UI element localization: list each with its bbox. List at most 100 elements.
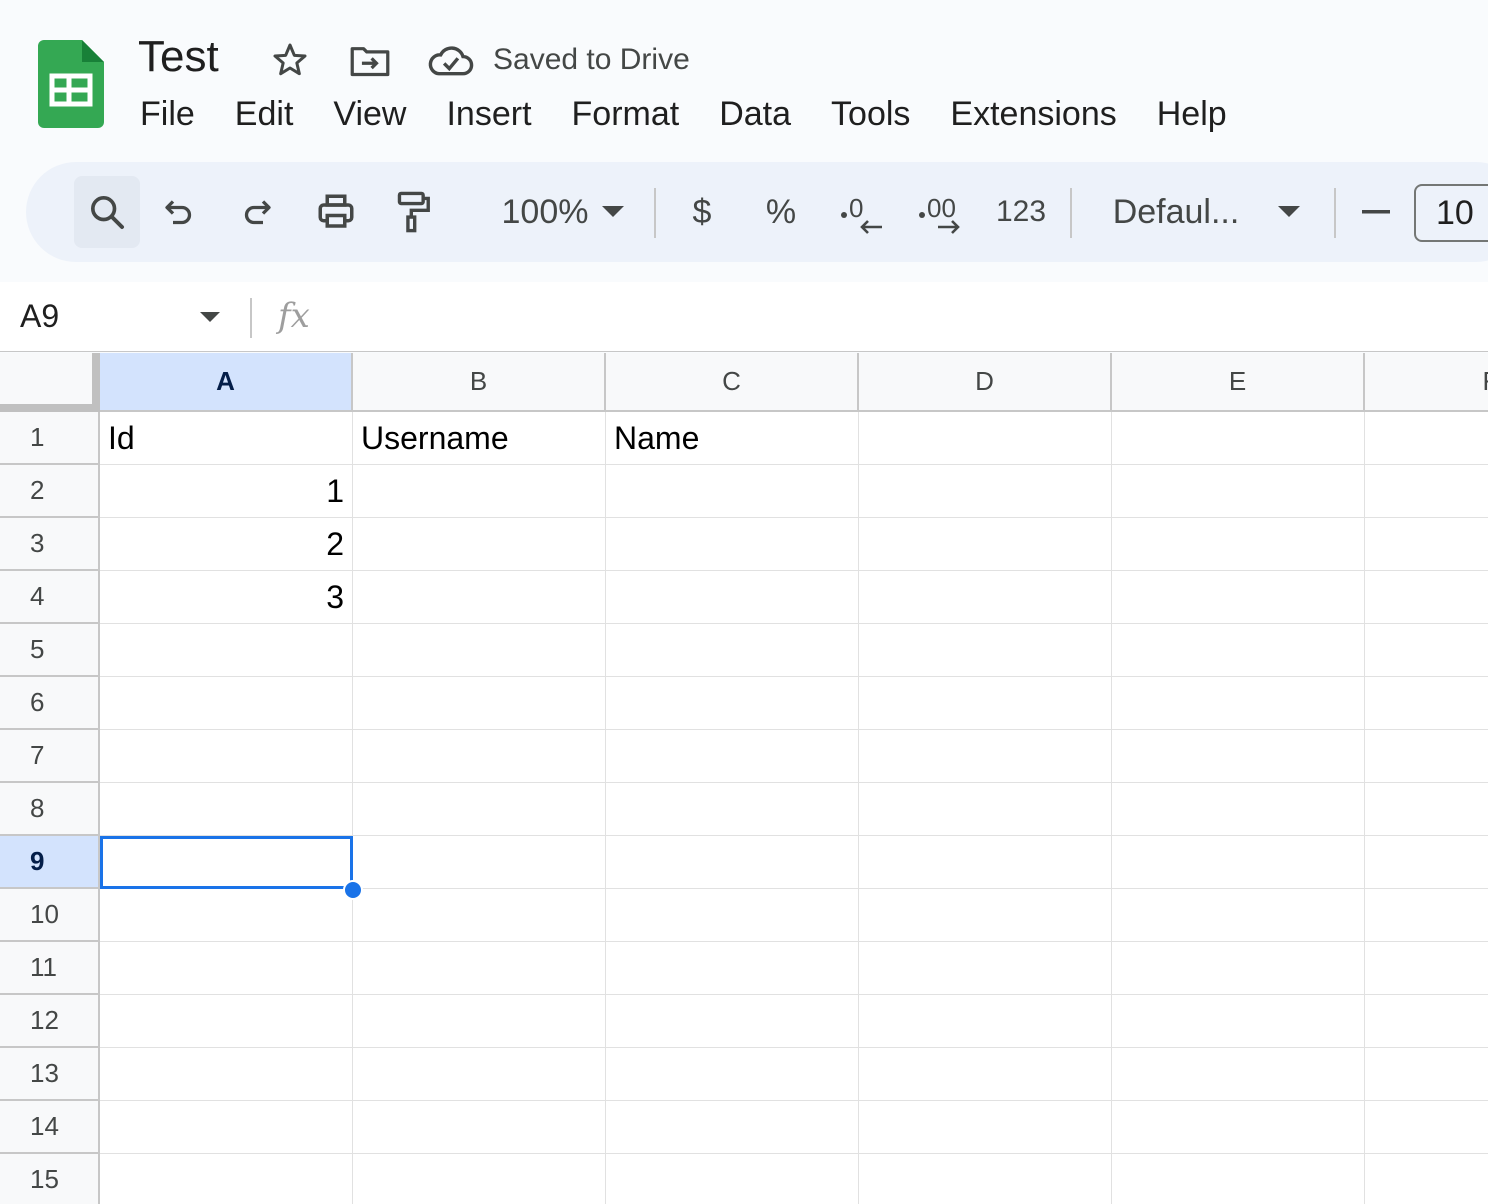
- cell-e1[interactable]: [1112, 412, 1365, 465]
- column-header-e[interactable]: E: [1112, 353, 1365, 412]
- cell-f2[interactable]: [1365, 465, 1488, 518]
- cell-b10[interactable]: [353, 889, 606, 942]
- menu-view[interactable]: View: [313, 88, 426, 140]
- cell-c4[interactable]: [606, 571, 859, 624]
- row-header-14[interactable]: 14: [0, 1101, 100, 1154]
- cell-d14[interactable]: [859, 1101, 1112, 1154]
- document-title[interactable]: Test: [138, 30, 219, 84]
- search-menus-button[interactable]: [74, 162, 140, 262]
- row-header-11[interactable]: 11: [0, 942, 100, 995]
- cell-d7[interactable]: [859, 730, 1112, 783]
- cell-d2[interactable]: [859, 465, 1112, 518]
- cell-f8[interactable]: [1365, 783, 1488, 836]
- cell-b7[interactable]: [353, 730, 606, 783]
- cell-c11[interactable]: [606, 942, 859, 995]
- cell-b1[interactable]: Username: [353, 412, 606, 465]
- name-box[interactable]: A9: [20, 296, 59, 336]
- format-percent-button[interactable]: %: [760, 162, 802, 262]
- row-header-9[interactable]: 9: [0, 836, 100, 889]
- cell-d5[interactable]: [859, 624, 1112, 677]
- menu-data[interactable]: Data: [699, 88, 811, 140]
- row-header-1[interactable]: 1: [0, 412, 100, 465]
- cell-d12[interactable]: [859, 995, 1112, 1048]
- cell-a13[interactable]: [100, 1048, 353, 1101]
- cell-f10[interactable]: [1365, 889, 1488, 942]
- cell-f15[interactable]: [1365, 1154, 1488, 1204]
- cell-b6[interactable]: [353, 677, 606, 730]
- cell-c7[interactable]: [606, 730, 859, 783]
- cell-a5[interactable]: [100, 624, 353, 677]
- cell-e11[interactable]: [1112, 942, 1365, 995]
- cell-b9[interactable]: [353, 836, 606, 889]
- cell-e6[interactable]: [1112, 677, 1365, 730]
- cell-b12[interactable]: [353, 995, 606, 1048]
- decrease-decimal-button[interactable]: 0: [834, 162, 890, 262]
- cell-f12[interactable]: [1365, 995, 1488, 1048]
- row-header-10[interactable]: 10: [0, 889, 100, 942]
- cell-b4[interactable]: [353, 571, 606, 624]
- cell-e15[interactable]: [1112, 1154, 1365, 1204]
- cell-f11[interactable]: [1365, 942, 1488, 995]
- cell-f14[interactable]: [1365, 1101, 1488, 1154]
- menu-help[interactable]: Help: [1137, 88, 1247, 140]
- increase-decimal-button[interactable]: 00: [912, 162, 972, 262]
- cell-d6[interactable]: [859, 677, 1112, 730]
- sheets-logo-icon[interactable]: [38, 40, 104, 128]
- paint-format-button[interactable]: [388, 162, 438, 262]
- decrease-font-size-button[interactable]: [1354, 162, 1398, 262]
- cell-c2[interactable]: [606, 465, 859, 518]
- cell-b14[interactable]: [353, 1101, 606, 1154]
- row-header-4[interactable]: 4: [0, 571, 100, 624]
- cell-a14[interactable]: [100, 1101, 353, 1154]
- format-currency-button[interactable]: $: [682, 162, 722, 262]
- cell-a7[interactable]: [100, 730, 353, 783]
- column-header-c[interactable]: C: [606, 353, 859, 412]
- cell-c13[interactable]: [606, 1048, 859, 1101]
- cell-c5[interactable]: [606, 624, 859, 677]
- row-header-12[interactable]: 12: [0, 995, 100, 1048]
- row-header-2[interactable]: 2: [0, 465, 100, 518]
- cloud-saved-icon[interactable]: [426, 38, 476, 82]
- cell-c9[interactable]: [606, 836, 859, 889]
- cell-d15[interactable]: [859, 1154, 1112, 1204]
- redo-button[interactable]: [232, 162, 282, 262]
- cell-b8[interactable]: [353, 783, 606, 836]
- cell-f13[interactable]: [1365, 1048, 1488, 1101]
- cell-d13[interactable]: [859, 1048, 1112, 1101]
- cell-a12[interactable]: [100, 995, 353, 1048]
- column-header-f[interactable]: F: [1365, 353, 1488, 412]
- cell-d1[interactable]: [859, 412, 1112, 465]
- cell-f4[interactable]: [1365, 571, 1488, 624]
- cell-e9[interactable]: [1112, 836, 1365, 889]
- cell-d8[interactable]: [859, 783, 1112, 836]
- cell-f1[interactable]: [1365, 412, 1488, 465]
- cell-d11[interactable]: [859, 942, 1112, 995]
- cell-e14[interactable]: [1112, 1101, 1365, 1154]
- cell-c1[interactable]: Name: [606, 412, 859, 465]
- cell-a11[interactable]: [100, 942, 353, 995]
- star-icon[interactable]: [268, 38, 312, 82]
- cell-b3[interactable]: [353, 518, 606, 571]
- cell-c6[interactable]: [606, 677, 859, 730]
- cell-d9[interactable]: [859, 836, 1112, 889]
- cell-f5[interactable]: [1365, 624, 1488, 677]
- cell-c3[interactable]: [606, 518, 859, 571]
- select-all-corner[interactable]: [0, 353, 100, 412]
- cell-c14[interactable]: [606, 1101, 859, 1154]
- print-button[interactable]: [310, 162, 362, 262]
- font-size-input[interactable]: 10: [1414, 184, 1488, 242]
- row-header-15[interactable]: 15: [0, 1154, 100, 1204]
- font-family-select[interactable]: Defaul...: [1106, 162, 1246, 262]
- cell-b5[interactable]: [353, 624, 606, 677]
- column-header-a[interactable]: A: [100, 353, 353, 412]
- cell-c8[interactable]: [606, 783, 859, 836]
- row-header-6[interactable]: 6: [0, 677, 100, 730]
- menu-tools[interactable]: Tools: [811, 88, 930, 140]
- cell-a3[interactable]: 2: [100, 518, 353, 571]
- row-header-3[interactable]: 3: [0, 518, 100, 571]
- more-formats-button[interactable]: 123: [988, 162, 1054, 262]
- cell-a2[interactable]: 1: [100, 465, 353, 518]
- cell-c15[interactable]: [606, 1154, 859, 1204]
- menu-file[interactable]: File: [120, 88, 215, 140]
- cell-e10[interactable]: [1112, 889, 1365, 942]
